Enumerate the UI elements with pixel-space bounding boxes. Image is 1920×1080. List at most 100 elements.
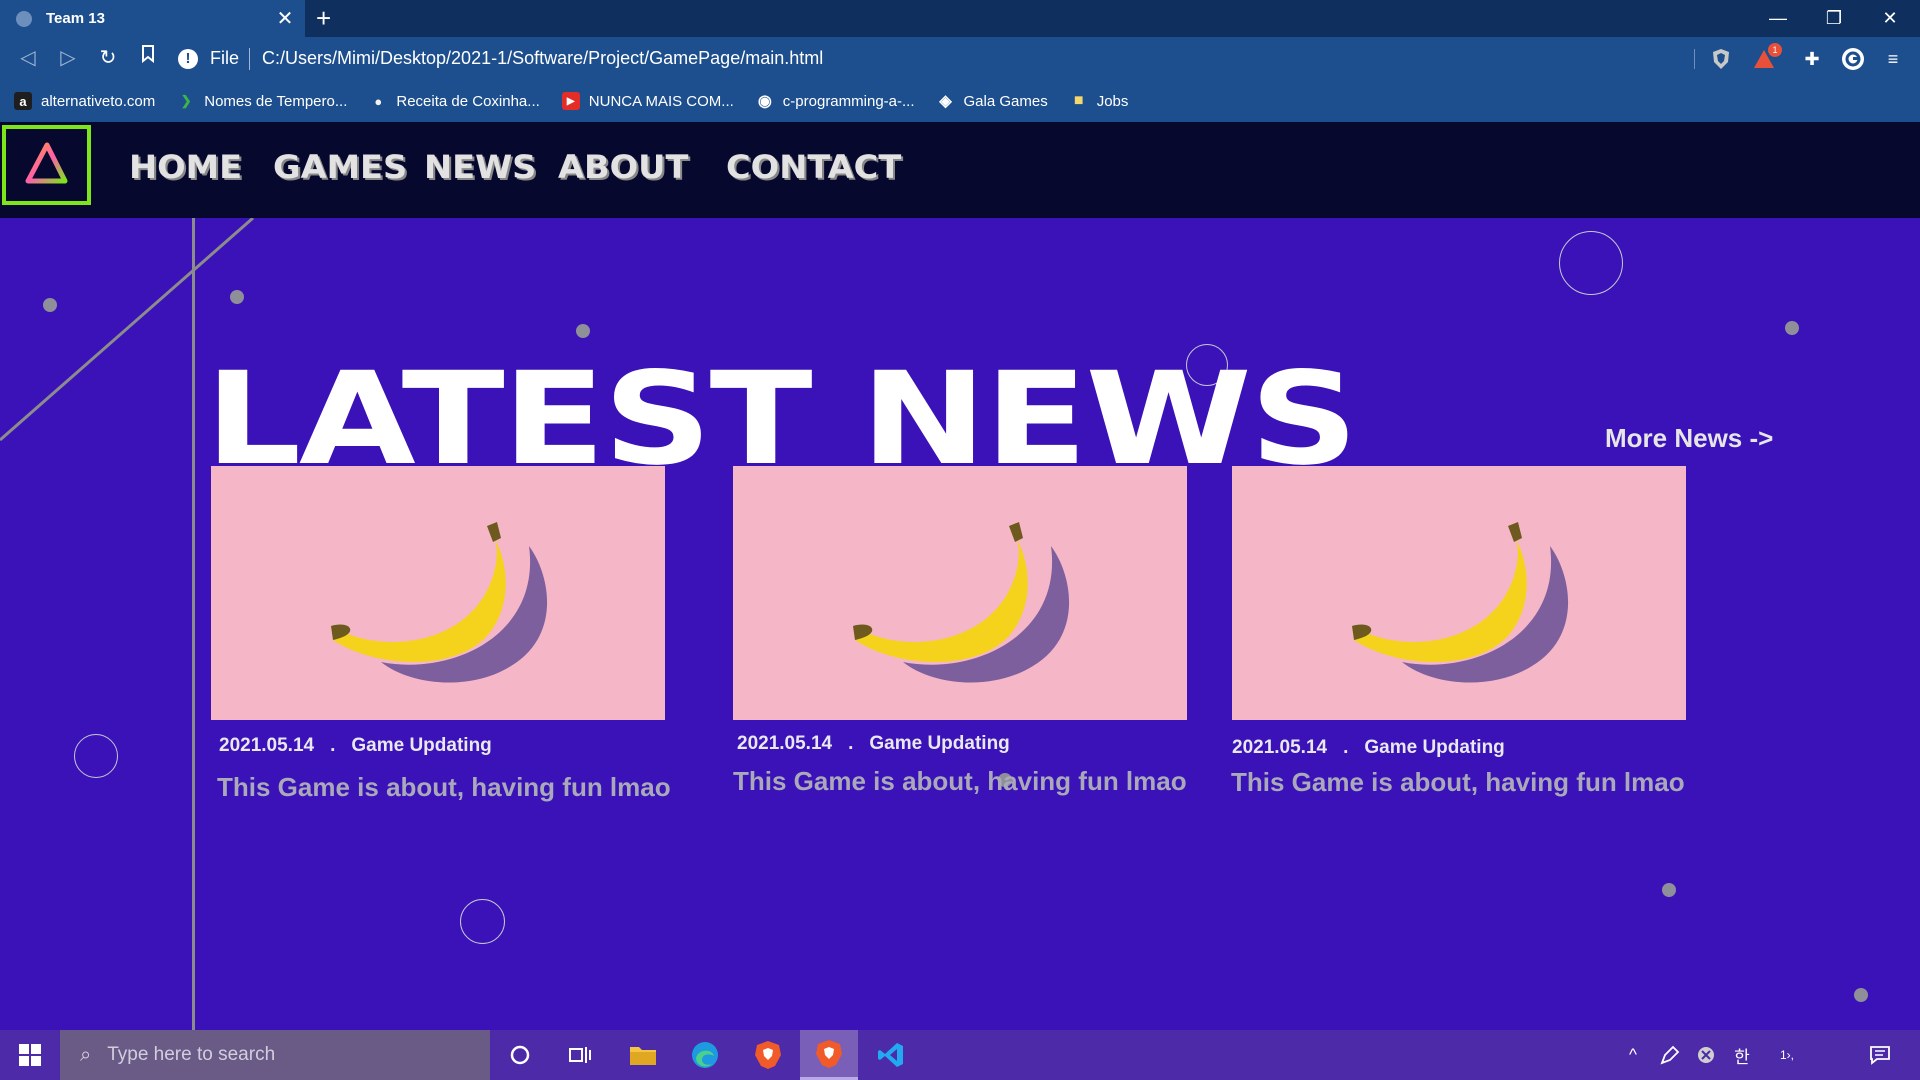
bookmark-label: Nomes de Tempero...: [204, 92, 348, 110]
meta-separator: .: [330, 735, 336, 756]
news-category: Game Updating: [1364, 737, 1505, 758]
chef-icon: ●: [374, 93, 383, 109]
nav-home[interactable]: HOME: [129, 148, 242, 186]
bookmark-label: c-programming-a-...: [782, 92, 915, 110]
file-explorer-button[interactable]: [614, 1030, 672, 1080]
network-error-icon[interactable]: [1688, 1030, 1724, 1080]
windows-logo-icon: [19, 1044, 41, 1066]
youtube-icon: ▶: [561, 92, 580, 110]
edge-icon: [692, 1042, 718, 1068]
task-view-button[interactable]: [551, 1030, 609, 1080]
windows-taskbar: ⌕ Type here to search ^ 한 1›,: [0, 1030, 1920, 1080]
browser-menu-icon[interactable]: ≡: [1880, 46, 1906, 72]
cortana-button[interactable]: [491, 1030, 549, 1080]
search-placeholder: Type here to search: [107, 1044, 276, 1065]
back-button[interactable]: ◁: [10, 37, 46, 80]
search-icon: ⌕: [80, 1043, 92, 1066]
news-card-description[interactable]: This Game is about, having fun lmao: [733, 766, 1187, 797]
folder-icon: ■: [1073, 92, 1084, 109]
chevron-icon: ❯: [180, 93, 192, 108]
tray-overflow-chevron[interactable]: ^: [1615, 1030, 1651, 1080]
vscode-button[interactable]: [862, 1030, 920, 1080]
bookmark-gala-games[interactable]: ◈ Gala Games: [937, 92, 1048, 111]
start-button[interactable]: [0, 1030, 60, 1080]
info-icon[interactable]: !: [178, 48, 198, 69]
notifications-button[interactable]: [1858, 1030, 1902, 1080]
close-window-button[interactable]: ✕: [1862, 0, 1918, 37]
reload-button[interactable]: ↻: [90, 37, 126, 80]
bookmark-label: Receita de Coxinha...: [396, 92, 540, 110]
rewards-badge: 1: [1768, 43, 1782, 57]
bookmark-receita-de-coxinha[interactable]: ● Receita de Coxinha...: [369, 92, 539, 110]
news-card-description[interactable]: This Game is about, having fun lmao: [217, 772, 671, 803]
restore-button[interactable]: ❐: [1806, 0, 1862, 37]
clock[interactable]: 1›,: [1762, 1030, 1812, 1080]
nav-games[interactable]: GAMES: [273, 148, 407, 186]
news-card-image[interactable]: [733, 466, 1187, 720]
meta-separator: .: [1343, 737, 1349, 758]
alternativeto-icon: a: [14, 92, 32, 110]
browser-tab[interactable]: Team 13 ✕: [0, 0, 305, 37]
bookmark-jobs[interactable]: ■ Jobs: [1070, 92, 1129, 110]
bookmark-nunca-mais-com[interactable]: ▶ NUNCA MAIS COM...: [561, 92, 734, 110]
news-category: Game Updating: [869, 733, 1010, 754]
bookmark-icon: [142, 45, 154, 64]
tab-close-icon[interactable]: ✕: [265, 6, 305, 31]
decor-dot: [576, 324, 590, 338]
brave-browser-button[interactable]: [739, 1030, 797, 1080]
decor-dot: [1662, 883, 1676, 897]
news-date: 2021.05.14: [737, 733, 833, 754]
address-bar[interactable]: ! File C:/Users/Mimi/Desktop/2021-1/Soft…: [178, 43, 1700, 74]
decor-dot: [1785, 321, 1799, 335]
ime-indicator[interactable]: 한: [1724, 1030, 1760, 1080]
grammarly-icon[interactable]: [1840, 46, 1866, 72]
extensions-puzzle-icon[interactable]: ✚: [1799, 46, 1825, 72]
tab-strip: Team 13 ✕ + — ❐ ✕: [0, 0, 1920, 37]
brave-shield-icon[interactable]: [1708, 46, 1734, 72]
news-card-description[interactable]: This Game is about, having fun lmao: [1231, 767, 1685, 798]
taskbar-search[interactable]: ⌕ Type here to search: [60, 1030, 490, 1080]
news-card-image[interactable]: [211, 466, 665, 720]
news-date: 2021.05.14: [1232, 737, 1328, 758]
tab-title: Team 13: [46, 10, 105, 27]
bookmark-alternativeto[interactable]: a alternativeto.com: [14, 92, 155, 110]
decor-dot: [43, 298, 57, 312]
minimize-button[interactable]: —: [1750, 0, 1806, 37]
decor-ring: [460, 899, 505, 944]
more-news-link[interactable]: More News ->: [1605, 423, 1773, 454]
news-card-meta: 2021.05.14. Game Updating: [219, 735, 492, 757]
bookmark-c-programming[interactable]: ◉ c-programming-a-...: [756, 92, 915, 111]
browser-toolbar: ◁ ▷ ↻ ! File C:/Users/Mimi/Desktop/2021-…: [0, 37, 1920, 80]
pen-icon[interactable]: [1652, 1030, 1688, 1080]
nav-news[interactable]: NEWS: [424, 148, 536, 186]
brave-rewards-icon[interactable]: 1: [1751, 43, 1782, 72]
nav-contact[interactable]: CONTACT: [726, 148, 901, 186]
news-card-meta: 2021.05.14. Game Updating: [1232, 737, 1505, 759]
decor-ring: [1559, 231, 1623, 295]
notification-icon: [1870, 1046, 1890, 1065]
edge-button[interactable]: [676, 1030, 734, 1080]
forward-button[interactable]: ▷: [50, 37, 86, 80]
bookmark-label: Gala Games: [963, 92, 1048, 110]
globe-icon: [16, 10, 32, 27]
bookmark-label: alternativeto.com: [41, 92, 156, 110]
bookmark-label: Jobs: [1096, 92, 1129, 110]
site-logo[interactable]: [2, 125, 91, 205]
bookmark-nomes-de-tempero[interactable]: ❯ Nomes de Tempero...: [177, 92, 348, 110]
bookmark-label: NUNCA MAIS COM...: [588, 92, 734, 110]
triangle-logo-icon: [25, 142, 68, 184]
task-view-icon: [569, 1047, 591, 1063]
brave-active-window-button[interactable]: [800, 1030, 858, 1080]
bookmark-button[interactable]: [130, 37, 166, 80]
cortana-icon: [510, 1045, 530, 1065]
nav-about[interactable]: ABOUT: [558, 148, 688, 186]
bookmarks-bar: a alternativeto.com ❯ Nomes de Tempero..…: [0, 80, 1920, 122]
brave-icon: [816, 1039, 842, 1068]
new-tab-button[interactable]: +: [316, 3, 331, 33]
url-text[interactable]: C:/Users/Mimi/Desktop/2021-1/Software/Pr…: [262, 48, 823, 69]
meta-separator: .: [848, 733, 854, 754]
address-divider: [249, 47, 251, 70]
news-card-image[interactable]: [1232, 466, 1686, 720]
latest-news-heading: LATEST NEWS: [205, 345, 1358, 494]
github-icon: ◉: [757, 93, 772, 110]
